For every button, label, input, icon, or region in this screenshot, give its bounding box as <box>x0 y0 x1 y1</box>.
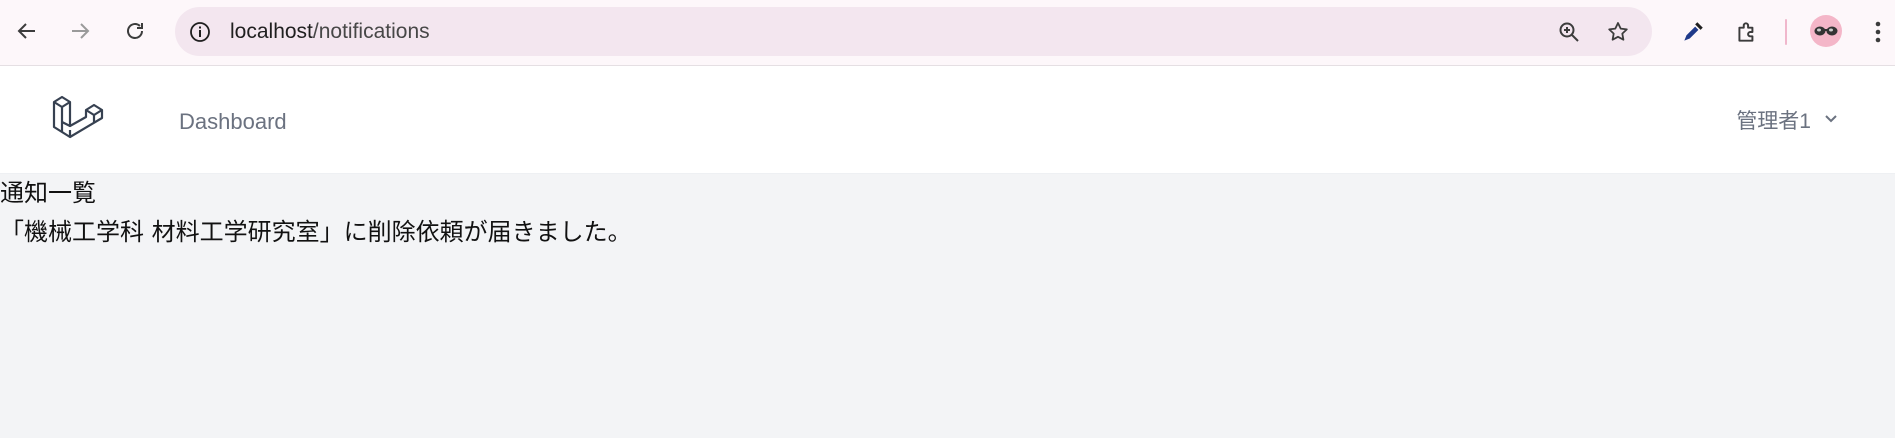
toolbar-separator <box>1785 19 1787 45</box>
browser-toolbar: localhost/notifications <box>0 0 1895 66</box>
url-host: localhost <box>230 20 313 43</box>
app-navbar: Dashboard 管理者1 <box>0 66 1895 174</box>
user-menu-dropdown[interactable]: 管理者1 <box>1736 66 1839 174</box>
more-menu-icon[interactable] <box>1866 17 1890 47</box>
site-info-icon[interactable] <box>188 20 212 44</box>
bookmark-star-icon[interactable] <box>1605 19 1631 45</box>
reload-icon[interactable] <box>121 13 149 49</box>
back-icon[interactable] <box>13 13 41 49</box>
profile-avatar[interactable] <box>1810 15 1842 47</box>
address-bar[interactable]: localhost/notifications <box>175 7 1652 56</box>
eyedropper-icon[interactable] <box>1678 17 1708 47</box>
forward-icon[interactable] <box>66 13 94 49</box>
url-path: /notifications <box>312 20 430 43</box>
laravel-logo-icon[interactable] <box>52 92 106 146</box>
chevron-down-icon <box>1823 108 1839 132</box>
notification-item: 「機械工学科 材料工学研究室」に削除依頼が届きました。 <box>0 218 632 246</box>
page-title: 通知一覧 <box>0 179 96 207</box>
url-text[interactable]: localhost/notifications <box>230 7 430 56</box>
extensions-icon[interactable] <box>1732 17 1762 47</box>
user-name: 管理者1 <box>1736 110 1811 133</box>
nav-link-dashboard[interactable]: Dashboard <box>179 66 287 178</box>
zoom-icon[interactable] <box>1556 19 1582 45</box>
